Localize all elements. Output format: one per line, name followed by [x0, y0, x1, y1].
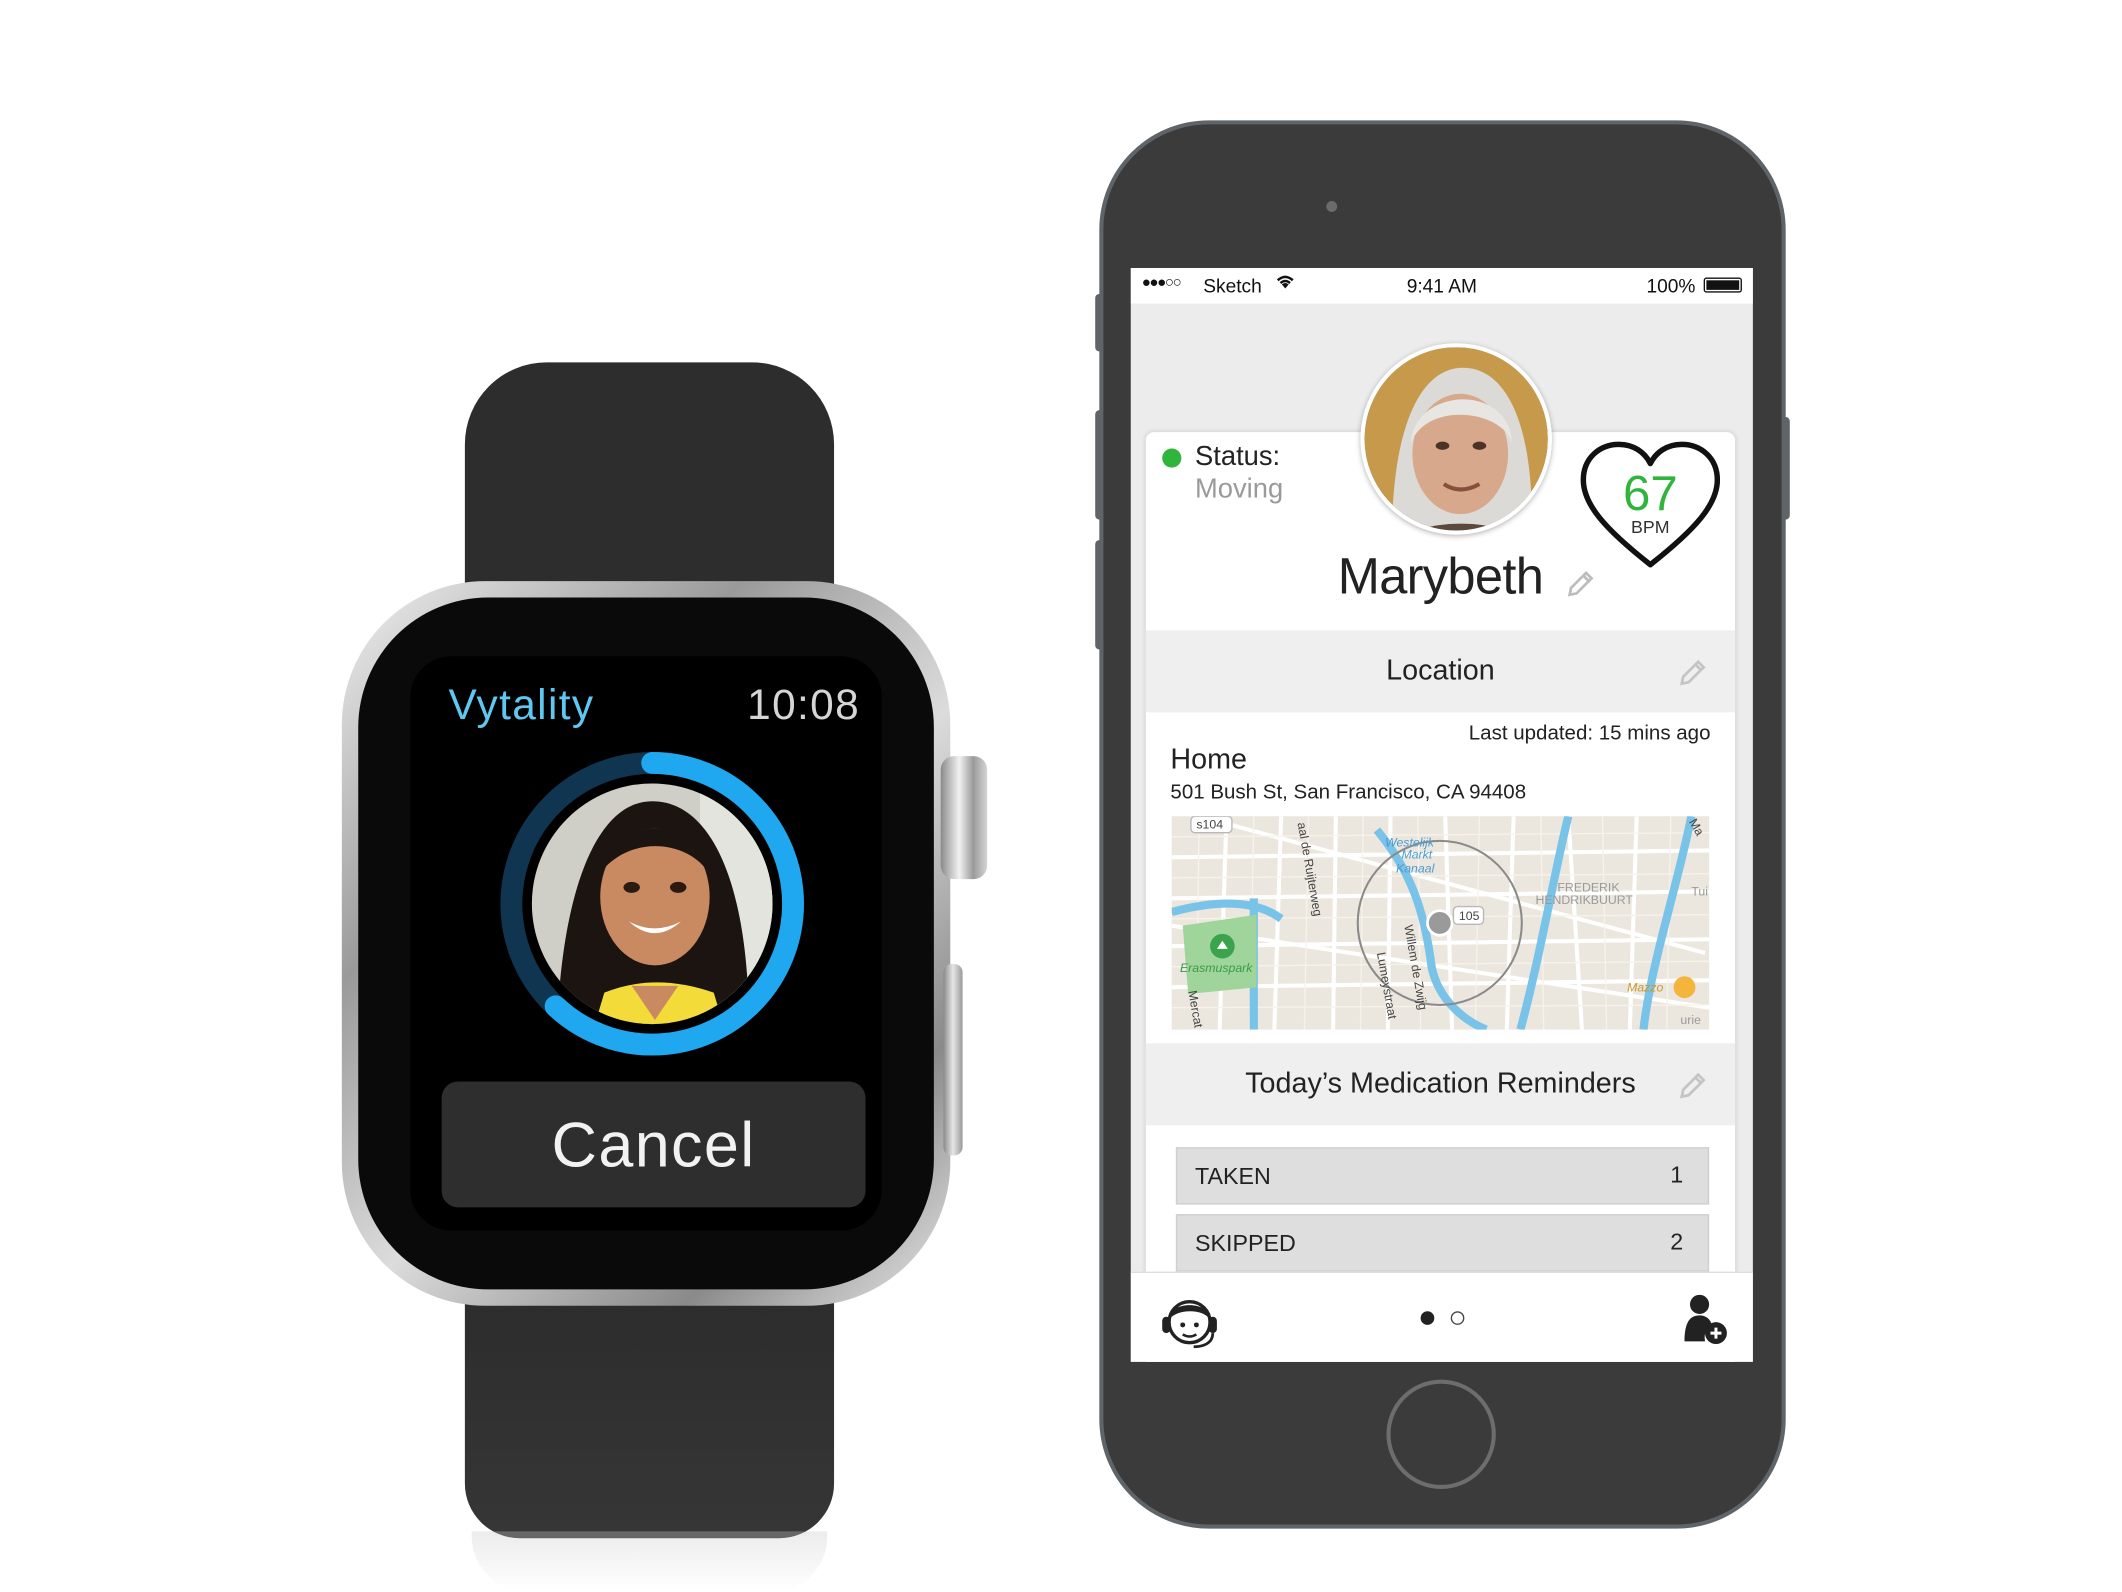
watch-band-reflection	[471, 1531, 828, 1592]
edit-location-icon[interactable]	[1678, 658, 1708, 688]
cancel-button[interactable]: Cancel	[441, 1081, 866, 1208]
status-bar: ●●●○○ Sketch 9:41 AM 100%	[1130, 267, 1753, 304]
map-label: s104	[1196, 818, 1223, 832]
heart-rate-unit: BPM	[1631, 516, 1670, 538]
location-address: 501 Bush St, San Francisco, CA 94408	[1170, 780, 1527, 804]
battery-percent: 100%	[1646, 274, 1696, 297]
map-label: urie	[1680, 1013, 1701, 1027]
status-indicator	[1162, 448, 1182, 468]
medication-title: Today’s Medication Reminders	[1245, 1067, 1636, 1100]
watch-side-button[interactable]	[943, 963, 963, 1156]
caller-avatar	[531, 783, 773, 1025]
support-agent-icon[interactable]	[1158, 1292, 1221, 1349]
medication-row-label: TAKEN	[1195, 1163, 1271, 1190]
scene: Vytality 10:08 Cancel ●●●○○ Sketch 9:41 …	[0, 0, 2122, 1592]
medication-row-label: SKIPPED	[1195, 1230, 1296, 1257]
digital-crown[interactable]	[940, 756, 988, 880]
edit-medication-icon[interactable]	[1678, 1071, 1708, 1101]
map-label: Kanaal	[1396, 861, 1436, 875]
battery-icon	[1703, 277, 1742, 293]
edit-name-icon[interactable]	[1566, 569, 1596, 599]
tab-bar	[1130, 1271, 1753, 1362]
map-label: 105	[1459, 909, 1480, 923]
medication-row-skipped[interactable]: SKIPPED 2	[1175, 1214, 1710, 1272]
page-dot-active[interactable]	[1420, 1311, 1435, 1325]
map-label: HENDRIKBUURT	[1535, 893, 1633, 907]
location-place-name: Home	[1170, 743, 1248, 776]
heart-rate-value: 67	[1622, 464, 1678, 521]
call-progress-ring	[500, 752, 804, 1056]
page-dot[interactable]	[1450, 1311, 1465, 1325]
medication-row-count: 1	[1670, 1162, 1684, 1189]
add-user-icon[interactable]	[1676, 1292, 1731, 1347]
watch-app-title: Vytality	[448, 680, 595, 729]
avatar[interactable]	[1360, 343, 1552, 535]
status-label: Status:	[1195, 441, 1281, 472]
medication-row-count: 2	[1670, 1229, 1684, 1256]
front-camera	[1326, 200, 1338, 212]
phone-screen: ●●●○○ Sketch 9:41 AM 100% Status: Moving	[1130, 267, 1753, 1362]
status-value: Moving	[1195, 474, 1284, 505]
map-label: Markt	[1401, 848, 1432, 862]
watch-clock: 10:08	[747, 680, 861, 729]
home-button[interactable]	[1386, 1379, 1496, 1489]
map-label: Erasmuspark	[1180, 961, 1253, 975]
map-label: Mazzo	[1627, 980, 1663, 994]
map-label: Tui	[1691, 885, 1708, 899]
medication-row-taken[interactable]: TAKEN 1	[1175, 1147, 1710, 1205]
profile-card: Status: Moving 67 BPM Marybeth Location …	[1145, 343, 1736, 1362]
medication-header: Today’s Medication Reminders	[1145, 1043, 1736, 1126]
page-indicator[interactable]	[1418, 1311, 1473, 1327]
location-header: Location	[1145, 630, 1736, 713]
location-title: Location	[1386, 654, 1495, 687]
location-map[interactable]: s104 105 aal de Ruijterweg Westelijk Mar…	[1171, 816, 1710, 1030]
watch-screen: Vytality 10:08 Cancel	[410, 656, 882, 1231]
profile-name: Marybeth	[1337, 548, 1544, 605]
location-last-updated: Last updated: 15 mins ago	[1468, 721, 1711, 746]
